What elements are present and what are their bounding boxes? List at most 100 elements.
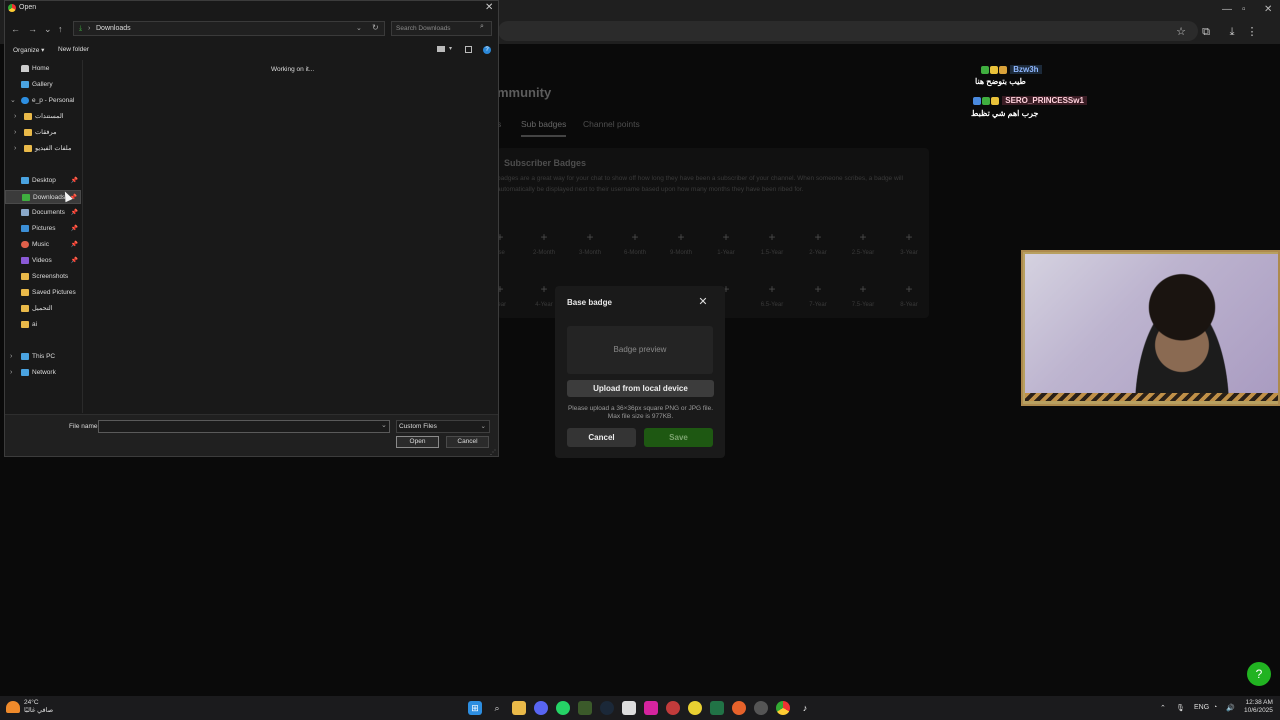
clock[interactable]: 12:38 AM 10/6/2025 — [1244, 699, 1273, 715]
badge-slot[interactable]: +6.5-Year — [752, 282, 792, 308]
nav-desktop[interactable]: Desktop 📌 — [5, 174, 81, 188]
chat-username: SERO_PRINCESSw1 — [1002, 96, 1087, 105]
nav-home[interactable]: Home — [5, 62, 81, 76]
badge-slot[interactable]: +1.5-Year — [752, 230, 792, 256]
download-icon — [22, 193, 30, 201]
badge-slot[interactable]: +2.5-Year — [843, 230, 883, 256]
mail-icon[interactable] — [622, 701, 636, 715]
nav-music[interactable]: Music 📌 — [5, 238, 81, 252]
badge-slot[interactable]: +9-Month — [661, 230, 701, 256]
cancel-button[interactable]: Cancel — [567, 428, 636, 447]
close-icon[interactable]: ✕ — [485, 2, 493, 13]
view-icon[interactable] — [437, 46, 445, 52]
weather-widget[interactable]: 24°C صافي غالبًا — [24, 699, 53, 715]
app-icon[interactable] — [666, 701, 680, 715]
status-text: Working on it... — [271, 66, 315, 73]
file-explorer-icon[interactable] — [512, 701, 526, 715]
language-indicator[interactable]: ENG — [1194, 704, 1209, 711]
badge-slot[interactable]: +2-Year — [798, 230, 838, 256]
wifi-icon[interactable]: ◔ — [1213, 704, 1217, 711]
badge-slot[interactable]: +8-Year — [889, 282, 929, 308]
page-title: mmunity — [497, 85, 552, 100]
start-icon[interactable]: ⊞ — [468, 701, 482, 715]
folder-icon — [21, 288, 29, 296]
close-icon[interactable]: ✕ — [697, 296, 709, 308]
menu-icon[interactable]: ⋮ — [1246, 26, 1258, 38]
back-icon[interactable]: ← — [11, 24, 20, 34]
help-icon[interactable]: ? — [1247, 662, 1271, 686]
up-icon[interactable]: ↑ — [58, 24, 63, 34]
organize-menu[interactable]: Organize ▾ — [13, 46, 44, 54]
nav-onedrive[interactable]: ⌄ e_p - Personal — [5, 94, 81, 108]
nav-saved-pictures[interactable]: Saved Pictures — [5, 286, 81, 300]
open-button[interactable]: Open — [396, 436, 439, 448]
chat-username: Bzw3h — [1010, 65, 1042, 74]
app-icon[interactable] — [688, 701, 702, 715]
close-window-icon[interactable]: ✕ — [1264, 4, 1272, 15]
file-name-input[interactable] — [98, 420, 390, 433]
nav-screenshots[interactable]: Screenshots — [5, 270, 81, 284]
search-icon[interactable]: ⌕ — [490, 701, 504, 715]
new-folder-button[interactable]: New folder — [58, 46, 89, 53]
app-icon[interactable] — [578, 701, 592, 715]
maximize-icon[interactable]: ▫ — [1242, 4, 1246, 15]
document-icon — [21, 208, 29, 216]
chevron-down-icon[interactable]: ▾ — [449, 45, 452, 52]
tiktok-icon[interactable]: ♪ — [798, 701, 812, 715]
nav-pictures[interactable]: Pictures 📌 — [5, 222, 81, 236]
preview-pane-icon[interactable] — [465, 46, 472, 53]
file-type-select[interactable]: Custom Files ⌄ — [396, 420, 490, 433]
resize-grip-icon[interactable]: ⋰ — [490, 449, 496, 456]
help-icon[interactable]: ? — [483, 46, 491, 54]
steam-icon[interactable] — [600, 701, 614, 715]
badge-icon — [991, 96, 999, 105]
folder-icon — [24, 144, 32, 152]
badge-slot[interactable]: +7.5-Year — [843, 282, 883, 308]
nav-videos[interactable]: Videos 📌 — [5, 254, 81, 268]
chevron-down-icon[interactable]: ⌄ — [356, 24, 362, 32]
path-bar[interactable]: ⤓ › Downloads — [73, 21, 385, 36]
download-icon[interactable]: ⤓ — [1226, 26, 1238, 38]
firefox-icon[interactable] — [732, 701, 746, 715]
star-icon[interactable]: ☆ — [1175, 26, 1187, 38]
upload-button[interactable]: Upload from local device — [567, 380, 714, 397]
volume-icon[interactable]: 🔊 — [1226, 704, 1235, 712]
badge-slot[interactable]: +7-Year — [798, 282, 838, 308]
badge-slot[interactable]: +6-Month — [615, 230, 655, 256]
chrome-icon[interactable] — [776, 701, 790, 715]
chevron-down-icon[interactable]: ⌄ — [381, 421, 387, 429]
extensions-icon[interactable]: ⧉ — [1200, 26, 1212, 38]
discord-icon[interactable] — [534, 701, 548, 715]
badge-slot[interactable]: +2-Month — [524, 230, 564, 256]
weather-icon[interactable] — [6, 701, 20, 713]
cancel-button[interactable]: Cancel — [446, 436, 489, 448]
nav-network[interactable]: › Network — [5, 366, 81, 380]
instagram-icon[interactable] — [644, 701, 658, 715]
tab-sub-badges[interactable]: Sub badges — [521, 119, 567, 137]
nav-folder[interactable]: › ملفات الفيديو — [5, 142, 81, 156]
app-icon[interactable] — [754, 701, 768, 715]
excel-icon[interactable] — [710, 701, 724, 715]
address-bar[interactable] — [498, 21, 1198, 41]
chevron-up-icon[interactable]: ⌃ — [1160, 704, 1166, 712]
streamer-image — [1122, 272, 1242, 398]
nav-this-pc[interactable]: › This PC — [5, 350, 81, 364]
chevron-down-icon[interactable]: ⌄ — [44, 24, 52, 35]
badge-slot[interactable]: +3-Year — [889, 230, 929, 256]
nav-documents[interactable]: Documents 📌 — [5, 206, 81, 220]
whatsapp-icon[interactable] — [556, 701, 570, 715]
nav-folder[interactable]: › المستندات — [5, 110, 81, 124]
search-input[interactable]: Search Downloads — [391, 21, 492, 36]
nav-folder[interactable]: التحميل — [5, 302, 81, 316]
nav-gallery[interactable]: Gallery — [5, 78, 81, 92]
forward-icon[interactable]: → — [28, 24, 37, 34]
nav-folder[interactable]: › مرفقات — [5, 126, 81, 140]
save-button[interactable]: Save — [644, 428, 713, 447]
nav-ai[interactable]: ai — [5, 318, 81, 332]
tab-channel-points[interactable]: Channel points — [583, 119, 640, 129]
badge-slot[interactable]: +1-Year — [706, 230, 746, 256]
microphone-icon[interactable]: 🎙 — [1176, 704, 1185, 712]
refresh-icon[interactable]: ↻ — [372, 23, 379, 32]
badge-slot[interactable]: +3-Month — [570, 230, 610, 256]
minimize-icon[interactable]: — — [1222, 4, 1232, 15]
